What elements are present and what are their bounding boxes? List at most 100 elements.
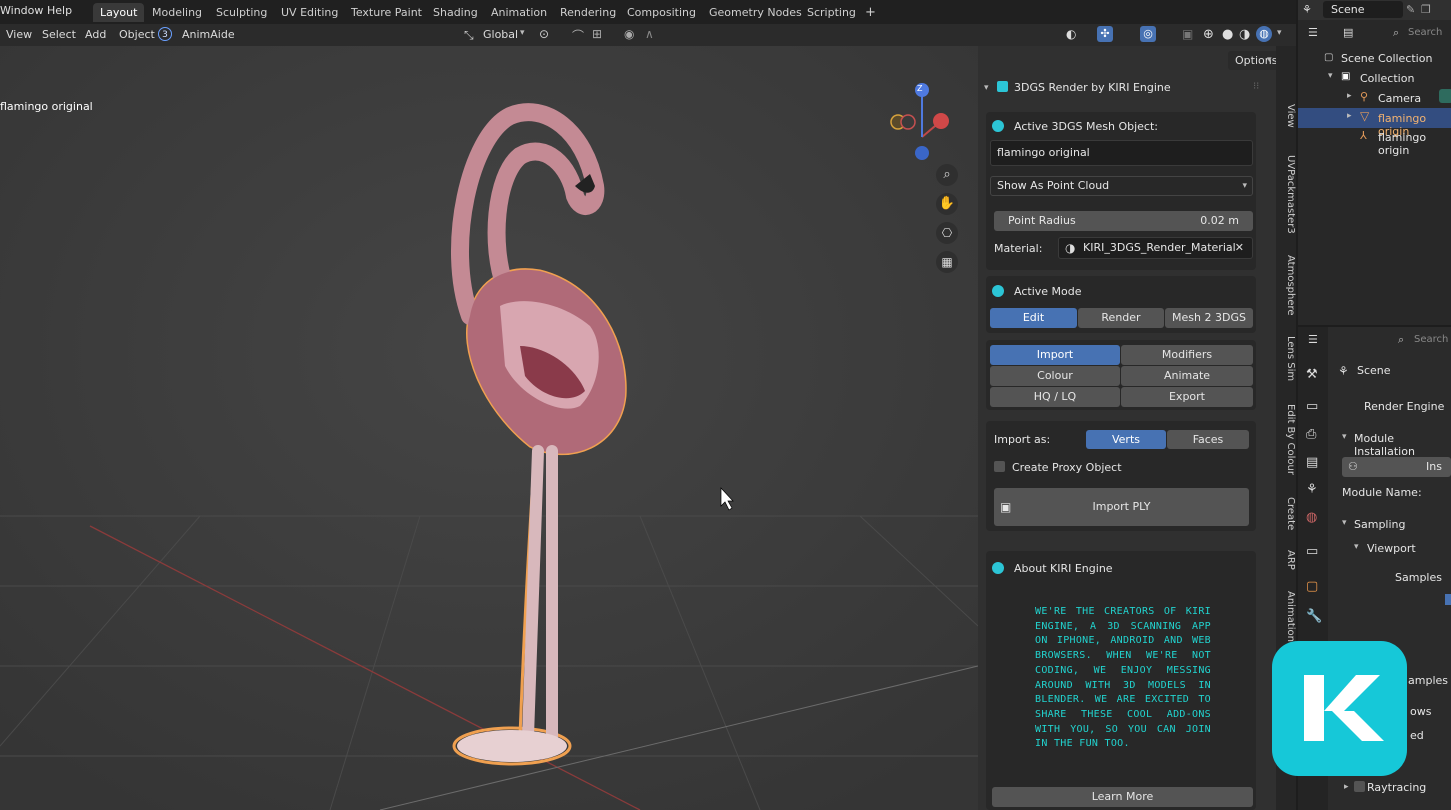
tab-uv-editing[interactable]: UV Editing bbox=[274, 3, 345, 22]
zoom-icon[interactable]: ⌕ bbox=[936, 164, 958, 186]
close-icon[interactable]: ✕ bbox=[1235, 238, 1244, 258]
wireframe-shading-icon[interactable]: ⊕ bbox=[1203, 27, 1214, 42]
tab-arp[interactable]: ARP bbox=[1276, 546, 1296, 574]
module-installation-header[interactable]: Module Installation bbox=[1354, 432, 1451, 458]
tab-sculpting[interactable]: Sculpting bbox=[209, 3, 274, 22]
checkbox-partial[interactable] bbox=[1445, 594, 1451, 605]
learn-more-button[interactable]: Learn More bbox=[992, 787, 1253, 807]
raytracing-checkbox[interactable] bbox=[1354, 781, 1365, 792]
chevron-down-icon[interactable]: ▾ bbox=[1328, 71, 1333, 81]
material-field[interactable]: ◑ KIRI_3DGS_Render_Material ✕ bbox=[1058, 237, 1253, 259]
properties-search-input[interactable]: Search bbox=[1414, 334, 1448, 345]
import-ply-button[interactable]: ▣ Import PLY bbox=[994, 488, 1249, 526]
tab-modeling[interactable]: Modeling bbox=[145, 3, 209, 22]
collection-item[interactable]: Collection bbox=[1360, 72, 1414, 85]
scene-collection-item[interactable]: Scene Collection bbox=[1341, 52, 1432, 65]
active-mesh-field[interactable]: flamingo original bbox=[990, 140, 1253, 166]
outliner-search-input[interactable]: Search bbox=[1408, 27, 1442, 38]
chevron-right-icon[interactable]: ▸ bbox=[1347, 111, 1352, 121]
install-button[interactable]: ⚇ Ins bbox=[1342, 457, 1451, 477]
import-faces-button[interactable]: Faces bbox=[1167, 430, 1249, 449]
tab-rendering[interactable]: Rendering bbox=[553, 3, 623, 22]
tab-lens-sim[interactable]: Lens Sim bbox=[1276, 333, 1296, 385]
import-verts-button[interactable]: Verts bbox=[1086, 430, 1166, 449]
menu-help[interactable]: Help bbox=[47, 4, 72, 17]
snap-icon[interactable]: ⌒ bbox=[572, 27, 584, 44]
export-tab-button[interactable]: Export bbox=[1121, 387, 1253, 407]
modifier-icon[interactable]: 🔧 bbox=[1306, 609, 1322, 624]
animate-tab-button[interactable]: Animate bbox=[1121, 366, 1253, 386]
view-layer-icon[interactable]: ▤ bbox=[1306, 455, 1318, 470]
chevron-right-icon[interactable]: ▸ bbox=[1344, 782, 1349, 792]
collection-props-icon[interactable]: ▭ bbox=[1306, 544, 1318, 559]
menu-window[interactable]: Window bbox=[0, 4, 43, 17]
perspective-grid-icon[interactable]: ▦ bbox=[936, 251, 958, 273]
render-icon[interactable]: ▭ bbox=[1306, 399, 1318, 414]
tool-icon[interactable]: ⚒ bbox=[1306, 367, 1318, 382]
gizmo-toggle-icon[interactable]: ✣ bbox=[1097, 26, 1113, 42]
drag-handle-icon[interactable]: ⁝⁝ bbox=[1253, 81, 1259, 92]
material-shading-icon[interactable]: ◑ bbox=[1239, 27, 1250, 42]
tab-shading[interactable]: Shading bbox=[426, 3, 485, 22]
tab-uvpackmaster3[interactable]: UVPackmaster3 bbox=[1276, 148, 1296, 240]
camera-item[interactable]: Camera bbox=[1378, 92, 1421, 105]
tab-texture-paint[interactable]: Texture Paint bbox=[344, 3, 429, 22]
menu-object[interactable]: Object bbox=[119, 28, 155, 41]
colour-tab-button[interactable]: Colour bbox=[990, 366, 1120, 386]
mode-edit-button[interactable]: Edit bbox=[990, 308, 1077, 328]
orientation-dropdown[interactable]: Global bbox=[483, 28, 518, 41]
pivot-icon[interactable]: ⊙ bbox=[539, 27, 549, 41]
chevron-down-icon[interactable]: ▾ bbox=[1342, 518, 1347, 528]
proportional-edit-icon[interactable]: ◉ bbox=[624, 27, 634, 41]
scene-props-icon[interactable]: ⚘ bbox=[1306, 482, 1318, 497]
tab-scripting[interactable]: Scripting bbox=[800, 3, 863, 22]
tab-edit-by-colour[interactable]: Edit By Colour bbox=[1276, 398, 1296, 480]
editor-type-icon[interactable]: ☰ bbox=[1308, 333, 1318, 346]
mode-render-button[interactable]: Render bbox=[1078, 308, 1164, 328]
world-icon[interactable]: ◍ bbox=[1306, 510, 1317, 525]
flamingo-object-item-2[interactable]: flamingo origin bbox=[1378, 131, 1451, 157]
menu-select[interactable]: Select bbox=[42, 28, 76, 41]
display-mode-icon[interactable]: ☰ bbox=[1308, 26, 1318, 39]
hq-lq-tab-button[interactable]: HQ / LQ bbox=[990, 387, 1120, 407]
snap-target-icon[interactable]: ⊞ bbox=[592, 27, 602, 41]
tab-create[interactable]: Create bbox=[1276, 494, 1296, 534]
tab-view[interactable]: View bbox=[1276, 101, 1296, 131]
animaide-menu[interactable]: AnimAide bbox=[182, 28, 235, 41]
add-workspace-button[interactable]: + bbox=[858, 3, 883, 22]
chevron-right-icon[interactable]: ▸ bbox=[1347, 91, 1352, 101]
chevron-down-icon[interactable]: ▾ bbox=[1354, 542, 1359, 552]
camera-view-icon[interactable]: ⎔ bbox=[936, 222, 958, 244]
scene-name[interactable]: Scene bbox=[1331, 3, 1365, 16]
point-radius-slider[interactable]: Point Radius 0.02 m bbox=[994, 211, 1253, 231]
create-proxy-checkbox[interactable] bbox=[994, 461, 1005, 472]
object-props-icon[interactable]: ▢ bbox=[1306, 579, 1318, 594]
output-icon[interactable]: ⎙ bbox=[1306, 427, 1316, 442]
solid-shading-icon[interactable]: ● bbox=[1222, 27, 1233, 42]
panel-collapse-icon[interactable]: ▾ bbox=[984, 83, 989, 93]
filter-icon[interactable]: ▤ bbox=[1343, 26, 1353, 39]
animaide-badge[interactable]: 3 bbox=[158, 27, 172, 41]
tab-geometry-nodes[interactable]: Geometry Nodes bbox=[702, 3, 809, 22]
sampling-header[interactable]: Sampling bbox=[1354, 518, 1406, 531]
viewport-subheader[interactable]: Viewport bbox=[1367, 542, 1416, 555]
raytracing-header[interactable]: Raytracing bbox=[1367, 781, 1426, 794]
display-mode-select[interactable]: Show As Point Cloud ▾ bbox=[990, 176, 1253, 196]
copy-icon[interactable]: ❐ bbox=[1421, 3, 1431, 16]
menu-view[interactable]: View bbox=[6, 28, 32, 41]
overlay-toggle-icon[interactable]: ◎ bbox=[1140, 26, 1156, 42]
chevron-down-icon[interactable]: ▾ bbox=[1342, 432, 1347, 442]
visibility-icon[interactable]: ◐ bbox=[1066, 27, 1076, 41]
tab-animation[interactable]: Animation bbox=[484, 3, 554, 22]
falloff-icon[interactable]: ∧ bbox=[645, 27, 654, 41]
pan-hand-icon[interactable]: ✋ bbox=[936, 193, 958, 215]
rendered-shading-icon[interactable]: ◍ bbox=[1256, 26, 1272, 42]
import-tab-button[interactable]: Import bbox=[990, 345, 1120, 365]
menu-add[interactable]: Add bbox=[85, 28, 106, 41]
mode-mesh2-3dgs-button[interactable]: Mesh 2 3DGS bbox=[1165, 308, 1253, 328]
pin-icon[interactable]: ✎ bbox=[1406, 3, 1415, 16]
tab-compositing[interactable]: Compositing bbox=[620, 3, 703, 22]
3d-viewport[interactable]: flamingo original Z ⌕ ✋ ⎔ ▦ bbox=[0, 46, 978, 810]
tab-layout[interactable]: Layout bbox=[93, 3, 145, 22]
modifiers-tab-button[interactable]: Modifiers bbox=[1121, 345, 1253, 365]
